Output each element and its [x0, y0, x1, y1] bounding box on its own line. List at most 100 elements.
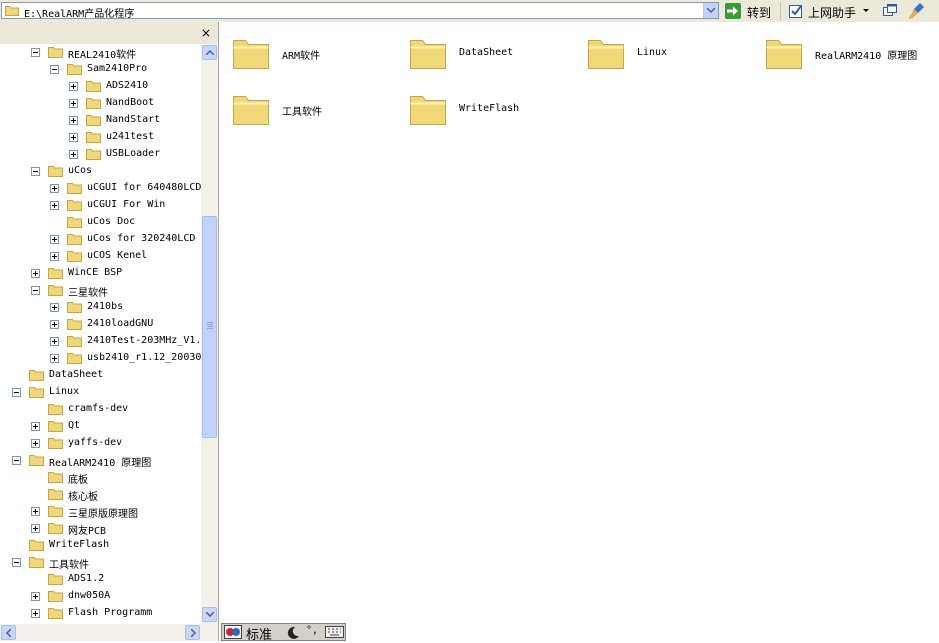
expand-icon[interactable]	[69, 116, 78, 125]
folder-label: RealARM2410 原理图	[815, 51, 918, 62]
tree-horizontal-scrollbar[interactable]	[0, 624, 218, 641]
ime-punctuation-button[interactable]: °,	[306, 625, 318, 636]
expand-icon[interactable]	[50, 337, 59, 346]
half-width-moon-icon[interactable]	[287, 626, 300, 639]
expand-icon[interactable]	[69, 82, 78, 91]
tree-item-label: 2410loadGNU	[87, 318, 154, 329]
folder-icon	[48, 285, 63, 296]
tree-item[interactable]: Qt	[0, 418, 201, 435]
brush-icon[interactable]	[908, 2, 926, 20]
internet-helper-button[interactable]: 上网助手	[786, 1, 876, 21]
tree-item[interactable]: uCos	[0, 163, 201, 180]
tree-item-label: ADS1.2	[68, 573, 105, 584]
tree-item-label: REAL2410软件	[68, 50, 137, 61]
tree-item[interactable]: uCGUI for 640480LCD	[0, 180, 201, 197]
collapse-icon[interactable]	[31, 167, 40, 176]
collapse-icon[interactable]	[50, 65, 59, 74]
tree-item[interactable]: uCos for 320240LCD	[0, 231, 201, 248]
expand-icon[interactable]	[50, 354, 59, 363]
expand-icon[interactable]	[50, 235, 59, 244]
folder-icon	[67, 319, 82, 330]
tree-item[interactable]: dnw050A	[0, 588, 201, 605]
ime-logo-icon[interactable]	[224, 625, 242, 639]
go-button[interactable]: 转到	[723, 1, 778, 21]
tree-item[interactable]: uCos Doc	[0, 214, 201, 231]
tree-item-label: u241test	[106, 131, 155, 142]
close-icon[interactable]: ×	[201, 26, 211, 40]
expand-icon[interactable]	[31, 439, 40, 448]
tree-item[interactable]: Flash Programm	[0, 605, 201, 622]
tree-item[interactable]: uCGUI For Win	[0, 197, 201, 214]
scroll-thumb[interactable]	[202, 216, 217, 438]
tree-item-label: uCOS Kenel	[87, 250, 148, 261]
tree-item[interactable]: USBLoader	[0, 146, 201, 163]
collapse-icon[interactable]	[31, 286, 40, 295]
tree-item[interactable]: NandBoot	[0, 95, 201, 112]
folder-icon	[86, 81, 101, 92]
tree-item[interactable]: u241test	[0, 129, 201, 146]
folder-icon	[48, 591, 63, 602]
tree-item[interactable]: ADS2410	[0, 78, 201, 95]
tree-item[interactable]: yaffs-dev	[0, 435, 201, 452]
expand-icon[interactable]	[31, 592, 40, 601]
address-dropdown-button[interactable]	[703, 3, 718, 18]
tree-item[interactable]: RealARM2410 原理图	[0, 452, 201, 469]
tree-item[interactable]: 工具软件	[0, 554, 201, 571]
collapse-icon[interactable]	[31, 48, 40, 57]
tree-item[interactable]: 2410Test-203MHz_V1.	[0, 333, 201, 350]
collapse-icon[interactable]	[12, 388, 21, 397]
expand-icon[interactable]	[50, 303, 59, 312]
scroll-down-button[interactable]	[202, 607, 217, 622]
tree-item[interactable]: 核心板	[0, 486, 201, 503]
ime-mode-button[interactable]: 标准	[246, 624, 272, 643]
tree-item-label: cramfs-dev	[68, 403, 129, 414]
folder-icon	[48, 608, 63, 619]
tree-item[interactable]: NandStart	[0, 112, 201, 129]
scroll-up-button[interactable]	[202, 45, 217, 60]
folder-icon	[48, 47, 63, 58]
collapse-icon[interactable]	[12, 558, 21, 567]
expand-icon[interactable]	[31, 507, 40, 516]
tree-item-label: WinCE BSP	[68, 267, 123, 278]
expand-icon[interactable]	[50, 252, 59, 261]
expand-icon[interactable]	[69, 133, 78, 142]
folder-icon	[86, 132, 101, 143]
scroll-left-button[interactable]	[1, 625, 16, 640]
tree-item[interactable]: Linux	[0, 384, 201, 401]
tree-item[interactable]: WinCE BSP	[0, 265, 201, 282]
tree-item[interactable]: 三星软件	[0, 282, 201, 299]
tree-item[interactable]: REAL2410软件	[0, 44, 201, 61]
keyboard-icon[interactable]	[325, 626, 344, 638]
tree-item[interactable]: Sam2410Pro	[0, 61, 201, 78]
address-input[interactable]: E:\RealARM产品化程序	[1, 2, 719, 20]
expand-icon[interactable]	[69, 150, 78, 159]
expand-icon[interactable]	[50, 320, 59, 329]
tree-item[interactable]: 2410loadGNU	[0, 316, 201, 333]
tree-item[interactable]: ADS1.2	[0, 571, 201, 588]
expand-icon[interactable]	[31, 422, 40, 431]
tree-item[interactable]: uCOS Kenel	[0, 248, 201, 265]
expand-icon[interactable]	[31, 524, 40, 533]
tree-item[interactable]: usb2410_r1.12_20030	[0, 350, 201, 367]
folder-icon	[48, 421, 63, 432]
scroll-right-button[interactable]	[185, 625, 200, 640]
window-icon[interactable]	[881, 2, 899, 20]
expand-icon[interactable]	[50, 201, 59, 210]
expand-icon[interactable]	[50, 184, 59, 193]
tree-item[interactable]: 网友PCB	[0, 520, 201, 537]
tree-item[interactable]: 底板	[0, 469, 201, 486]
tree-item[interactable]: 三星原版原理图	[0, 503, 201, 520]
tree-item-label: DataSheet	[49, 369, 104, 380]
tree-item[interactable]: cramfs-dev	[0, 401, 201, 418]
expand-icon[interactable]	[31, 269, 40, 278]
collapse-icon[interactable]	[12, 456, 21, 465]
folder-icon	[29, 387, 44, 398]
expand-icon[interactable]	[31, 609, 40, 618]
tree-item[interactable]: 2410bs	[0, 299, 201, 316]
tree-vertical-scrollbar[interactable]	[201, 44, 218, 624]
tree-item[interactable]: WriteFlash	[0, 537, 201, 554]
expand-icon[interactable]	[69, 99, 78, 108]
tree-item-label: usb2410_r1.12_20030	[87, 352, 201, 363]
tree-item[interactable]: DataSheet	[0, 367, 201, 384]
folder-icon	[67, 251, 82, 262]
